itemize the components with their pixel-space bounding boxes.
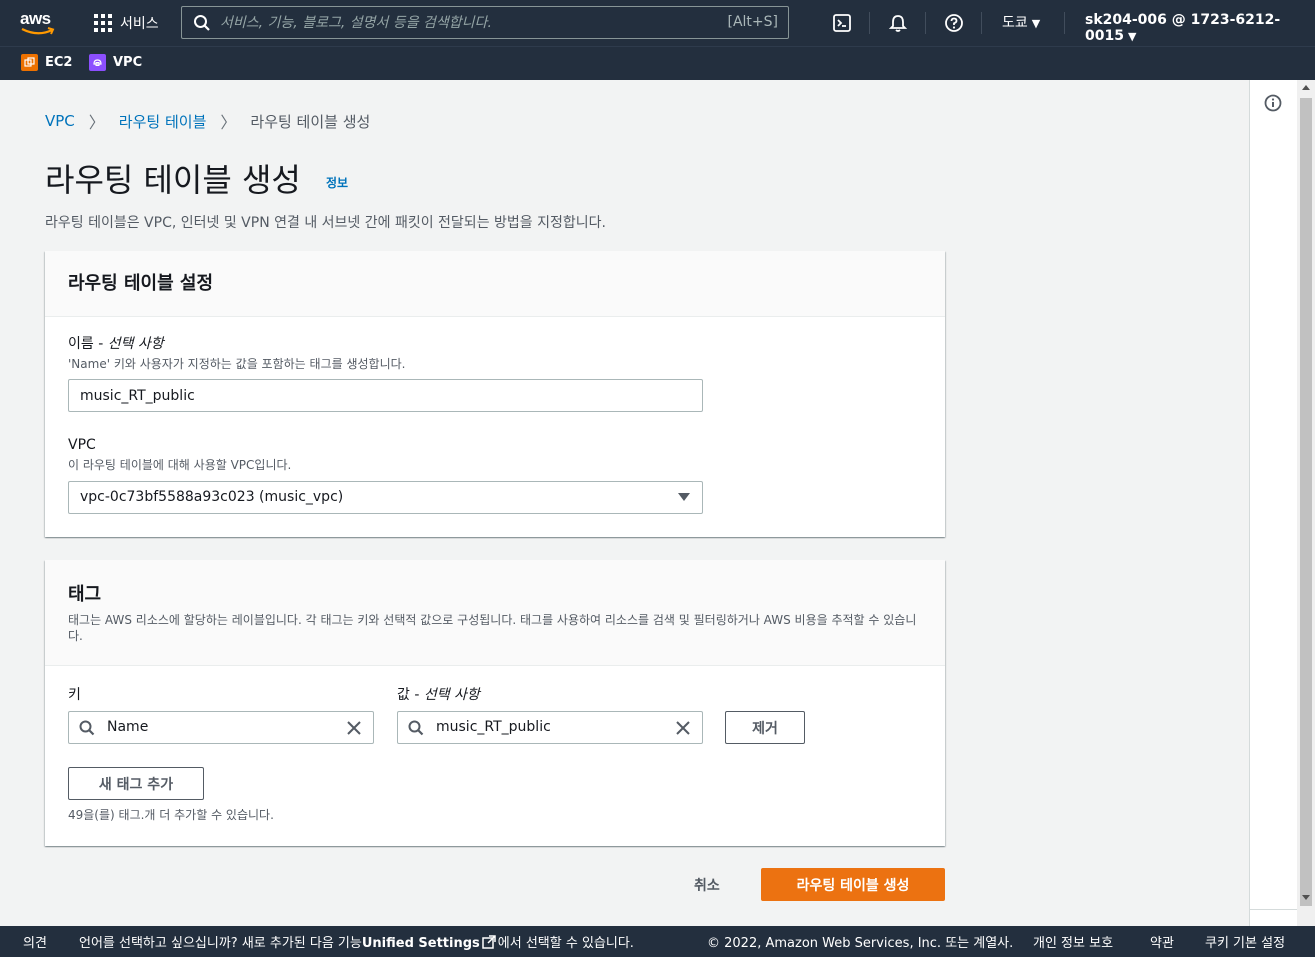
tools-rail	[1249, 80, 1298, 926]
tags-remaining-text: 49을(를) 태그.개 더 추가할 수 있습니다.	[68, 808, 274, 822]
vertical-scrollbar[interactable]	[1297, 80, 1315, 926]
search-icon	[194, 15, 210, 31]
route-table-settings-panel: 라우팅 테이블 설정 이름 - 선택 사항 'Name' 키와 사용자가 지정하…	[45, 251, 945, 537]
page-description: 라우팅 테이블은 VPC, 인터넷 및 VPN 연결 내 서브넷 간에 패킷이 …	[45, 215, 606, 231]
panel-title: 태그	[68, 584, 102, 605]
privacy-link[interactable]: 개인 정보 보호	[1033, 932, 1113, 951]
search-input[interactable]	[220, 12, 700, 34]
nav-divider	[981, 12, 982, 34]
feedback-link[interactable]: 의견	[23, 932, 47, 951]
cancel-button[interactable]: 취소	[694, 875, 720, 895]
favorite-label: EC2	[45, 55, 73, 70]
breadcrumb-route-tables[interactable]: 라우팅 테이블	[119, 111, 207, 132]
bell-icon[interactable]	[888, 13, 908, 33]
name-input[interactable]	[68, 379, 703, 412]
cookie-preferences-link[interactable]: 쿠키 기본 설정	[1205, 932, 1285, 951]
tags-panel: 태그 태그는 AWS 리소스에 할당하는 레이블입니다. 각 태그는 키와 선택…	[45, 560, 945, 846]
caret-down-icon: ▼	[1031, 17, 1041, 30]
clear-icon[interactable]	[674, 719, 692, 737]
tags-description: 태그는 AWS 리소스에 할당하는 레이블입니다. 각 태그는 키와 선택적 값…	[68, 613, 917, 643]
search-shortcut: [Alt+S]	[727, 14, 779, 30]
tag-value-value: music_RT_public	[436, 719, 551, 735]
favorite-label: VPC	[113, 55, 143, 70]
tag-key-input[interactable]: Name	[68, 711, 374, 744]
remove-tag-button[interactable]: 제거	[725, 711, 805, 744]
breadcrumb-vpc[interactable]: VPC	[45, 112, 75, 130]
page-title: 라우팅 테이블 생성	[45, 161, 301, 199]
info-icon[interactable]	[1264, 94, 1282, 112]
caret-down-icon: ▼	[1127, 30, 1137, 43]
name-field-label: 이름 - 선택 사항	[68, 336, 164, 352]
vpc-field-description: 이 라우팅 테이블에 대해 사용할 VPC입니다.	[68, 458, 292, 472]
breadcrumb-current: 라우팅 테이블 생성	[250, 112, 371, 131]
services-menu[interactable]: 서비스	[94, 13, 159, 33]
chevron-right-icon: 〉	[88, 113, 105, 132]
main-content: VPC 〉 라우팅 테이블 〉 라우팅 테이블 생성 라우팅 테이블 생성 정보…	[0, 80, 1249, 926]
copyright-text: © 2022, Amazon Web Services, Inc. 또는 계열사…	[707, 936, 1014, 951]
scroll-up-icon[interactable]	[1302, 85, 1310, 90]
external-link-icon	[482, 935, 496, 949]
caret-down-icon	[678, 493, 690, 501]
add-tag-button[interactable]: 새 태그 추가	[68, 767, 204, 800]
top-navigation: aws 서비스 [Alt+S] 도쿄▼	[0, 0, 1315, 46]
info-link[interactable]: 정보	[326, 174, 348, 191]
footer: 의견 언어를 선택하고 싶으십니까? 새로 추가된 다음 기능Unified S…	[0, 926, 1315, 957]
favorite-ec2[interactable]: EC2	[21, 54, 72, 71]
scroll-down-icon[interactable]	[1302, 895, 1310, 900]
region-label: 도쿄	[1002, 15, 1028, 31]
region-selector[interactable]: 도쿄 ▼	[1002, 12, 1040, 32]
clear-icon[interactable]	[345, 719, 363, 737]
nav-divider	[1064, 12, 1065, 34]
breadcrumb: VPC 〉 라우팅 테이블 〉 라우팅 테이블 생성	[45, 109, 370, 133]
chevron-right-icon: 〉	[220, 113, 237, 132]
vpc-field-label: VPC	[68, 437, 96, 453]
create-route-table-button[interactable]: 라우팅 테이블 생성	[761, 868, 945, 901]
unified-settings-link[interactable]: Unified Settings	[362, 936, 480, 951]
panel-title: 라우팅 테이블 설정	[68, 273, 214, 294]
nav-divider	[869, 12, 870, 34]
scroll-thumb[interactable]	[1300, 98, 1312, 906]
rail-divider	[1250, 909, 1298, 910]
cloudshell-icon[interactable]	[832, 13, 852, 33]
favorite-vpc[interactable]: VPC	[89, 54, 142, 71]
terms-link[interactable]: 약관	[1150, 932, 1174, 951]
account-menu[interactable]: sk204-006 @ 1723-6212-0015 ▼	[1085, 12, 1315, 44]
vpc-select[interactable]: vpc-0c73bf5588a93c023 (music_vpc)	[68, 481, 703, 514]
vpc-icon	[89, 54, 106, 71]
services-label: 서비스	[120, 16, 159, 32]
search-icon	[408, 720, 424, 736]
help-icon[interactable]	[944, 13, 964, 33]
vpc-select-value: vpc-0c73bf5588a93c023 (music_vpc)	[80, 489, 344, 505]
ec2-icon	[21, 54, 38, 71]
panel-header: 태그 태그는 AWS 리소스에 할당하는 레이블입니다. 각 태그는 키와 선택…	[45, 560, 945, 666]
tag-key-value: Name	[107, 719, 149, 735]
favorites-bar: EC2 VPC	[0, 46, 1315, 80]
nav-divider	[925, 12, 926, 34]
panel-header: 라우팅 테이블 설정	[45, 251, 945, 317]
grid-icon	[94, 14, 112, 32]
aws-smile-icon	[21, 27, 55, 35]
global-search[interactable]: [Alt+S]	[181, 6, 789, 39]
tag-key-label: 키	[68, 687, 81, 703]
tag-value-label: 값 - 선택 사항	[397, 687, 480, 703]
tag-value-input[interactable]: music_RT_public	[397, 711, 703, 744]
aws-logo[interactable]: aws	[20, 9, 56, 37]
account-label: sk204-006 @ 1723-6212-0015	[1085, 12, 1281, 44]
search-icon	[79, 720, 95, 736]
language-text: 언어를 선택하고 싶으십니까? 새로 추가된 다음 기능Unified Sett…	[79, 935, 634, 951]
aws-logo-text: aws	[20, 9, 51, 28]
name-field-description: 'Name' 키와 사용자가 지정하는 값을 포함하는 태그를 생성합니다.	[68, 357, 406, 371]
